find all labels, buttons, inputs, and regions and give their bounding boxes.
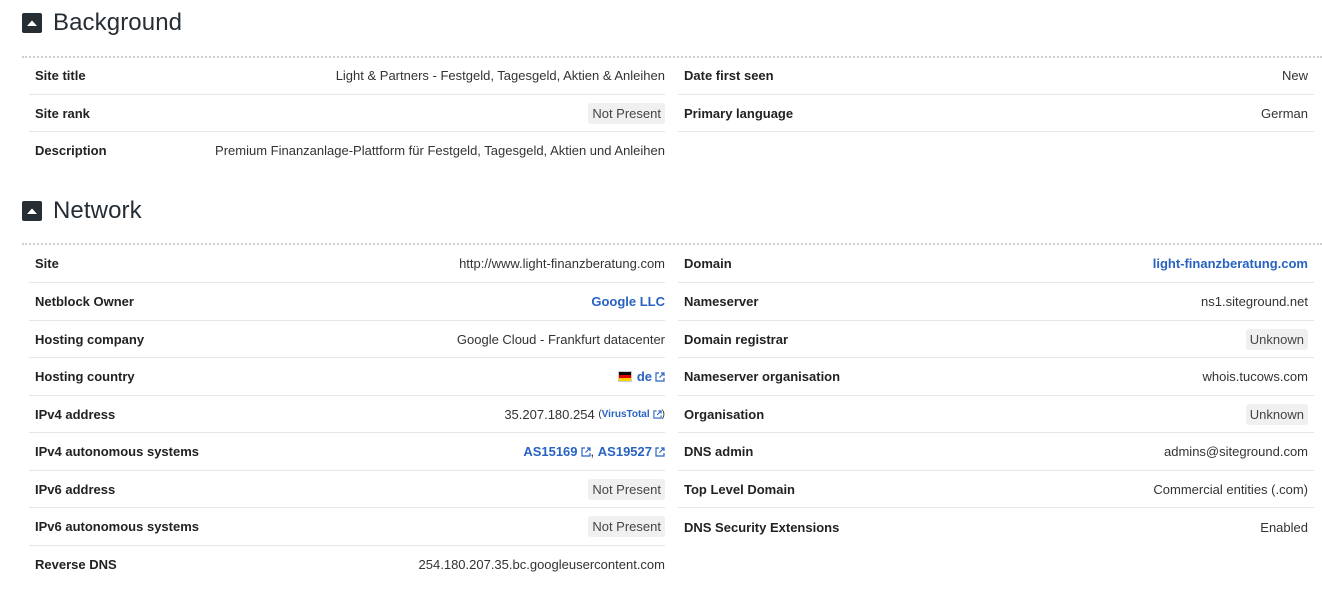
ipv4-address-value: 35.207.180.254 (504, 406, 595, 422)
netblock-owner-link[interactable]: Google LLC (591, 294, 665, 309)
table-row: Domain light-finanzberatung.com (678, 245, 1314, 283)
as15169-link[interactable]: AS15169 (523, 444, 577, 459)
table-row: IPv6 autonomous systems Not Present (29, 508, 665, 546)
domain-link[interactable]: light-finanzberatung.com (1153, 256, 1308, 271)
external-link-icon[interactable] (655, 446, 665, 457)
germany-flag-icon (617, 371, 632, 382)
row-label: Nameserver (684, 294, 759, 309)
row-label: Reverse DNS (35, 557, 117, 572)
row-label: Date first seen (684, 68, 774, 83)
network-table: Site http://www.light-finanzberatung.com… (29, 245, 1314, 583)
table-row: Date first seen New (678, 57, 1314, 95)
row-label: DNS Security Extensions (684, 519, 840, 535)
dnssec-value: Enabled (1260, 519, 1308, 535)
hosting-company-value: Google Cloud - Frankfurt datacenter (456, 331, 665, 347)
table-row: Site title Light & Partners - Festgeld, … (29, 57, 665, 95)
reverse-dns-value: 254.180.207.35.bc.googleusercontent.com (418, 557, 665, 572)
table-row: Hosting country de (29, 358, 665, 396)
table-row: Primary language German (678, 95, 1314, 132)
table-row: DNS admin admins@siteground.com (678, 433, 1314, 471)
background-title: Background (53, 9, 183, 36)
table-row: Organisation Unknown (678, 396, 1314, 433)
table-row: Domain registrar Unknown (678, 321, 1314, 358)
row-label: IPv6 address (35, 481, 116, 497)
paren-close: ) (661, 408, 665, 420)
row-label: Domain (684, 256, 732, 271)
ipv6-as-badge: Not Present (588, 516, 665, 537)
row-label: Description (35, 143, 107, 158)
table-row: Netblock Owner Google LLC (29, 283, 665, 321)
external-link-icon[interactable] (655, 371, 665, 382)
row-label: Site rank (35, 105, 90, 121)
row-label: IPv4 autonomous systems (35, 444, 199, 459)
external-link-icon[interactable] (653, 409, 662, 419)
table-row: Top Level Domain Commercial entities (.c… (678, 471, 1314, 508)
site-rank-badge: Not Present (588, 102, 665, 124)
external-link-icon[interactable] (580, 446, 591, 457)
table-row: Nameserver ns1.siteground.net (678, 283, 1314, 321)
network-left-column: Site http://www.light-finanzberatung.com… (29, 245, 665, 583)
virustotal-link[interactable]: VirusTotal (602, 409, 650, 420)
background-left-column: Site title Light & Partners - Festgeld, … (29, 57, 665, 169)
nameserver-org-value: whois.tucows.com (1202, 369, 1308, 384)
network-right-column: Domain light-finanzberatung.com Nameserv… (678, 245, 1314, 583)
row-label: Domain registrar (684, 331, 789, 347)
row-label: IPv6 autonomous systems (35, 519, 199, 534)
hosting-country-link[interactable]: de (637, 369, 652, 384)
table-row: IPv4 address 35.207.180.254 (VirusTotal) (29, 396, 665, 433)
site-url-value: http://www.light-finanzberatung.com (459, 256, 665, 271)
row-label: Primary language (684, 105, 794, 121)
date-first-seen-value: New (1281, 68, 1308, 83)
table-row: IPv6 address Not Present (29, 471, 665, 508)
background-section-header[interactable]: Background (22, 7, 182, 39)
row-label: Top Level Domain (684, 481, 795, 497)
domain-registrar-badge: Unknown (1245, 328, 1308, 350)
collapse-network-icon[interactable] (22, 201, 42, 221)
row-label: Hosting country (35, 369, 135, 384)
table-row: Nameserver organisation whois.tucows.com (678, 358, 1314, 396)
row-label: Site title (35, 68, 86, 83)
collapse-background-icon[interactable] (22, 13, 42, 33)
table-row: Site rank Not Present (29, 95, 665, 132)
row-label: Nameserver organisation (684, 369, 841, 384)
row-label: IPv4 address (35, 406, 116, 422)
row-label: Organisation (684, 406, 765, 422)
site-title-value: Light & Partners - Festgeld, Tagesgeld, … (335, 68, 665, 83)
background-table: Site title Light & Partners - Festgeld, … (29, 57, 1314, 169)
table-row: DNS Security Extensions Enabled (678, 508, 1314, 546)
row-label: Hosting company (35, 331, 145, 347)
row-label: Netblock Owner (35, 294, 134, 309)
organisation-badge: Unknown (1245, 403, 1308, 425)
tld-value: Commercial entities (.com) (1153, 481, 1308, 497)
ipv6-address-badge: Not Present (588, 478, 665, 500)
background-right-column: Date first seen New Primary language Ger… (678, 57, 1314, 169)
as-separator: , (590, 444, 595, 459)
row-label: Site (35, 256, 59, 271)
table-row: IPv4 autonomous systems AS15169, AS19527 (29, 433, 665, 471)
nameserver-value: ns1.siteground.net (1201, 294, 1308, 309)
table-row: Site http://www.light-finanzberatung.com (29, 245, 665, 283)
row-label: DNS admin (684, 444, 754, 459)
table-row: Description Premium Finanzanlage-Plattfo… (29, 132, 665, 169)
network-title: Network (53, 197, 142, 224)
table-row: Reverse DNS 254.180.207.35.bc.googleuser… (29, 546, 665, 583)
table-row: Hosting company Google Cloud - Frankfurt… (29, 321, 665, 358)
as19527-link[interactable]: AS19527 (598, 444, 652, 459)
primary-language-value: German (1261, 105, 1308, 121)
network-section-header[interactable]: Network (22, 195, 142, 227)
dns-admin-value: admins@siteground.com (1164, 444, 1308, 459)
description-value: Premium Finanzanlage-Plattform für Festg… (215, 143, 665, 158)
